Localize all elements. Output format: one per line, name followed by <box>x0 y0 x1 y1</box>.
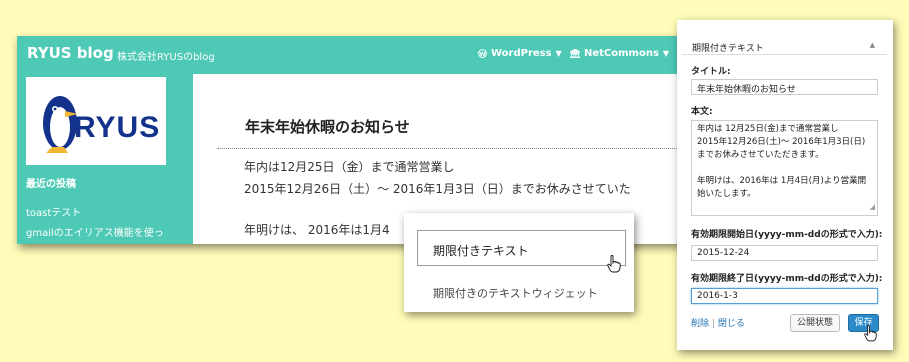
panel-links: 削除 | 閉じる <box>691 316 745 329</box>
widget-option-description: 期限付きのテキストウィジェット <box>433 287 598 300</box>
publish-state-button[interactable]: 公開状態 <box>790 314 840 332</box>
blog-sidebar: RYUS 最近の投稿 toastテスト gmailのエイリアス機能を使っ <box>17 74 193 244</box>
nav-wordpress-label: WordPress <box>491 48 552 59</box>
blog-title[interactable]: RYUS blog <box>27 44 114 62</box>
resize-handle-icon[interactable]: ◢ <box>870 201 875 214</box>
nav-netcommons[interactable]: NetCommons ▼ <box>570 48 669 59</box>
body-line: 2015年12月26日(土)～ 2016年1月3日(日) <box>697 137 866 147</box>
chevron-down-icon: ▼ <box>662 49 670 58</box>
title-input[interactable]: 年末年始休暇のお知らせ <box>691 79 878 95</box>
widget-picker-popup: 期限付きテキスト 期限付きのテキストウィジェット <box>404 213 634 312</box>
chevron-down-icon: ▼ <box>555 49 562 58</box>
end-date-input[interactable]: 2016-1-3 <box>691 288 878 304</box>
widget-panel-header[interactable]: 期限付きテキスト ▲ <box>682 24 887 55</box>
start-date-input[interactable]: 2015-12-24 <box>691 245 878 261</box>
delete-link[interactable]: 削除 <box>691 319 709 329</box>
divider <box>217 148 697 149</box>
blog-header: RYUS blog 株式会社RYUSのblog W WordPress ▼ Ne… <box>17 36 710 74</box>
link-separator: | <box>711 319 715 329</box>
close-link[interactable]: 閉じる <box>718 319 745 329</box>
body-line: 年明けは、2016年は 1月4日(月)より営業開 <box>697 176 867 186</box>
logo-text: RYUS <box>74 111 161 144</box>
wordpress-icon: W <box>478 49 487 58</box>
nav-netcommons-label: NetCommons <box>584 48 659 59</box>
collapse-arrow-icon[interactable]: ▲ <box>870 41 875 49</box>
post-line: 2015年12月26日（土）～ 2016年1月3日（日）までお休みさせていた <box>244 182 631 196</box>
blog-tagline: 株式会社RYUSのblog <box>117 52 215 63</box>
post-line: 年明けは、 2016年は1月4 <box>244 223 390 237</box>
sidebar-link[interactable]: gmailのエイリアス機能を使っ <box>26 224 164 239</box>
title-label: タイトル: <box>691 67 731 77</box>
end-date-label: 有効期限終了日(yyyy-mm-ddの形式で入力): <box>691 274 883 284</box>
start-date-label: 有効期限開始日(yyyy-mm-ddの形式で入力): <box>691 230 883 240</box>
recent-posts-heading: 最近の投稿 <box>26 179 76 190</box>
body-line: 年内は 12月25日(金)まで通常営業し <box>697 124 839 134</box>
widget-panel-title: 期限付きテキスト <box>692 44 764 54</box>
building-icon <box>570 49 580 58</box>
widget-option-label: 期限付きテキスト <box>433 244 529 258</box>
svg-text:W: W <box>480 52 486 58</box>
hand-pointer-icon <box>607 255 621 273</box>
nav-wordpress[interactable]: W WordPress ▼ <box>478 48 562 59</box>
site-logo[interactable]: RYUS <box>26 77 166 165</box>
post-title[interactable]: 年末年始休暇のお知らせ <box>245 116 410 137</box>
sidebar-link[interactable]: toastテスト <box>26 204 81 219</box>
body-line <box>697 162 872 175</box>
post-line: 年内は12月25日（金）まで通常営業し <box>244 160 455 174</box>
widget-edit-panel: 期限付きテキスト ▲ タイトル: 年末年始休暇のお知らせ 本文: 年内は 12月… <box>677 20 893 350</box>
body-line: 始いたします。 <box>697 189 756 199</box>
hand-pointer-icon <box>864 325 877 342</box>
body-label: 本文: <box>691 107 713 117</box>
body-line: までお休みさせていただきます。 <box>697 150 824 160</box>
widget-option-limited-text[interactable]: 期限付きテキスト <box>417 230 626 266</box>
body-textarea[interactable]: 年内は 12月25日(金)まで通常営業し 2015年12月26日(土)～ 201… <box>691 120 878 216</box>
